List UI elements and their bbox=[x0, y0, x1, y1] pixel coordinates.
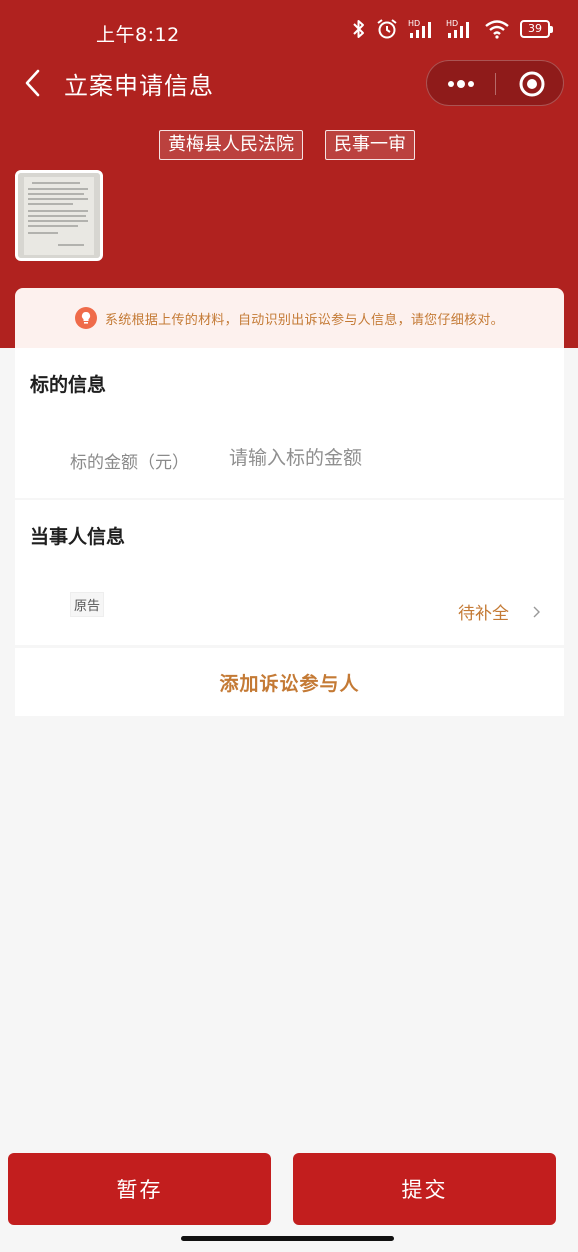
back-button[interactable] bbox=[20, 66, 50, 100]
svg-text:HD: HD bbox=[408, 19, 420, 28]
status-icons: HD HD 39 bbox=[352, 18, 553, 40]
submit-button[interactable]: 提交 bbox=[293, 1153, 556, 1225]
battery-level: 39 bbox=[528, 22, 542, 35]
party-role-badge: 原告 bbox=[70, 592, 105, 617]
uploaded-document-thumbnail[interactable] bbox=[15, 170, 103, 261]
case-type-tag: 民事一审 bbox=[325, 130, 415, 160]
svg-text:HD: HD bbox=[446, 19, 458, 28]
party-status: 待补全 bbox=[458, 604, 509, 624]
more-dots-icon bbox=[448, 80, 474, 88]
court-tag: 黄梅县人民法院 bbox=[159, 130, 303, 160]
chevron-right-icon bbox=[533, 606, 540, 618]
subject-section-title: 标的信息 bbox=[30, 374, 107, 396]
wifi-icon bbox=[485, 20, 509, 39]
amount-input[interactable] bbox=[229, 444, 529, 472]
save-draft-button[interactable]: 暂存 bbox=[8, 1153, 271, 1225]
status-bar: 上午8:12 HD HD 39 bbox=[0, 14, 578, 50]
close-mini-program-button[interactable] bbox=[496, 61, 565, 107]
lightbulb-icon bbox=[74, 307, 97, 329]
recognition-notice: 系统根据上传的材料，自动识别出诉讼参与人信息，请您仔细核对。 bbox=[15, 288, 564, 348]
battery-icon: 39 bbox=[520, 20, 553, 38]
amount-label: 标的金额（元） bbox=[70, 453, 189, 473]
mini-program-capsule bbox=[426, 60, 564, 106]
status-time: 上午8:12 bbox=[96, 24, 180, 46]
notice-text: 系统根据上传的材料，自动识别出诉讼参与人信息，请您仔细核对。 bbox=[104, 312, 504, 328]
add-participant-section: 添加诉讼参与人 bbox=[15, 648, 564, 716]
add-participant-button[interactable]: 添加诉讼参与人 bbox=[15, 648, 564, 716]
subject-info-section: 标的信息 标的金额（元） bbox=[15, 348, 564, 498]
party-info-section: 当事人信息 原告 待补全 bbox=[15, 500, 564, 645]
page-title: 立案申请信息 bbox=[64, 72, 214, 100]
hd-signal-icon: HD bbox=[408, 19, 431, 38]
target-circle-icon bbox=[519, 71, 545, 97]
bluetooth-icon bbox=[353, 20, 364, 38]
alarm-icon bbox=[377, 19, 397, 39]
chevron-left-icon bbox=[25, 69, 40, 97]
home-indicator[interactable] bbox=[181, 1236, 394, 1241]
party-section-title: 当事人信息 bbox=[30, 526, 126, 548]
hd-signal-icon: HD bbox=[446, 19, 469, 38]
document-image bbox=[18, 173, 100, 258]
more-button[interactable] bbox=[427, 61, 495, 107]
